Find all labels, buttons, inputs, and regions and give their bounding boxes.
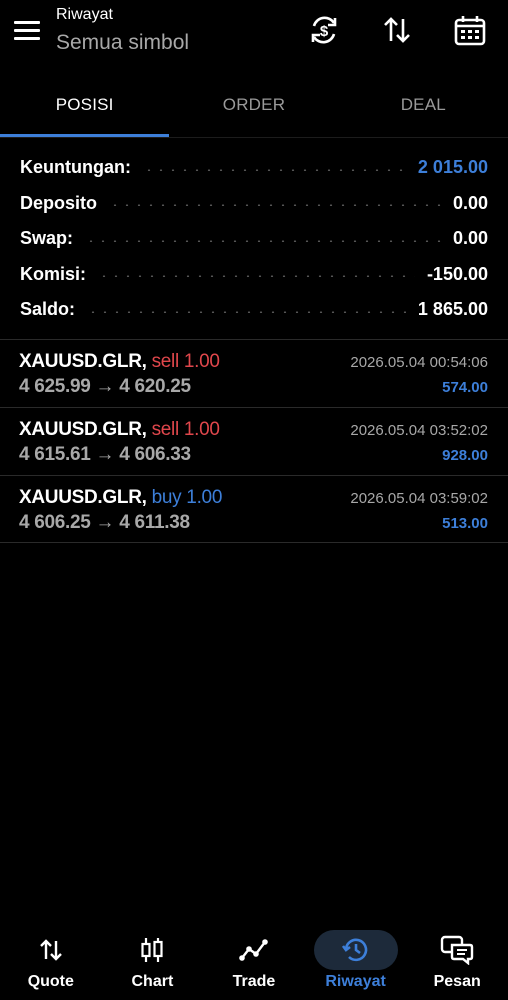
deal-symbol: XAUUSD.GLR, sell 1.00 bbox=[19, 419, 220, 440]
nav-trade[interactable]: Trade bbox=[203, 920, 305, 1000]
nav-label: Chart bbox=[131, 973, 174, 990]
deal-side: buy 1.00 bbox=[151, 487, 223, 508]
messages-icon bbox=[415, 930, 499, 970]
summary-label: Keuntungan: bbox=[20, 157, 131, 178]
dotted-leader bbox=[87, 310, 406, 313]
tab-posisi[interactable]: POSISI bbox=[0, 78, 170, 137]
candlestick-icon bbox=[110, 930, 194, 970]
symbol-filter[interactable]: Semua simbol bbox=[56, 31, 189, 55]
dotted-leader bbox=[98, 275, 415, 278]
trade-line-icon bbox=[212, 930, 296, 970]
summary-row-profit: Keuntungan: 2 015.00 bbox=[0, 150, 508, 186]
summary-value: 2 015.00 bbox=[417, 157, 488, 178]
deal-prices: 4 606.25 → 4 611.38 bbox=[19, 512, 190, 533]
nav-pesan[interactable]: Pesan bbox=[406, 920, 508, 1000]
deal-profit: 928.00 bbox=[442, 447, 488, 464]
nav-label: Quote bbox=[27, 973, 74, 990]
summary-value: 0.00 bbox=[452, 228, 488, 249]
list-item[interactable]: XAUUSD.GLR, buy 1.00 4 606.25 → 4 611.38… bbox=[0, 475, 508, 543]
summary-label: Komisi: bbox=[20, 263, 87, 284]
nav-label: Pesan bbox=[433, 973, 481, 990]
summary-row-balance: Saldo: 1 865.00 bbox=[0, 292, 508, 328]
page-title: Riwayat bbox=[56, 6, 113, 23]
dotted-leader bbox=[109, 204, 441, 207]
nav-label: Trade bbox=[232, 973, 276, 990]
nav-chart[interactable]: Chart bbox=[102, 920, 204, 1000]
deal-time: 2026.05.04 03:59:02 bbox=[350, 490, 488, 507]
summary-label: Saldo: bbox=[20, 299, 76, 320]
bottom-nav: Quote Chart Trade Riwayat Pesan bbox=[0, 920, 508, 1000]
deal-side: sell 1.00 bbox=[151, 419, 220, 440]
list-item[interactable]: XAUUSD.GLR, sell 1.00 4 615.61 → 4 606.3… bbox=[0, 407, 508, 475]
dotted-leader bbox=[85, 239, 441, 242]
tab-deal[interactable]: DEAL bbox=[339, 78, 508, 137]
calendar-icon[interactable] bbox=[450, 10, 490, 50]
currency-sync-icon[interactable]: $ bbox=[304, 10, 344, 50]
summary-row-commission: Komisi: -150.00 bbox=[0, 257, 508, 293]
position-list: XAUUSD.GLR, sell 1.00 4 625.99 → 4 620.2… bbox=[0, 339, 508, 543]
deal-prices: 4 625.99 → 4 620.25 bbox=[19, 376, 191, 397]
summary-value: 0.00 bbox=[452, 192, 488, 213]
nav-riwayat[interactable]: Riwayat bbox=[305, 920, 407, 1000]
summary-label: Deposito bbox=[20, 192, 98, 213]
nav-label: Riwayat bbox=[325, 973, 386, 990]
nav-quote[interactable]: Quote bbox=[0, 920, 102, 1000]
tab-order[interactable]: ORDER bbox=[169, 78, 338, 137]
deal-time: 2026.05.04 00:54:06 bbox=[350, 354, 488, 371]
deal-profit: 574.00 bbox=[442, 379, 488, 396]
deal-time: 2026.05.04 03:52:02 bbox=[350, 422, 488, 439]
deal-symbol: XAUUSD.GLR, buy 1.00 bbox=[19, 487, 223, 508]
deal-side: sell 1.00 bbox=[151, 351, 220, 372]
history-icon bbox=[313, 930, 398, 970]
summary-row-deposit: Deposito 0.00 bbox=[0, 186, 508, 222]
sort-icon[interactable] bbox=[377, 10, 417, 50]
deal-symbol: XAUUSD.GLR, sell 1.00 bbox=[19, 351, 220, 372]
quote-arrows-icon bbox=[9, 930, 93, 970]
dotted-leader bbox=[142, 168, 406, 171]
summary-value: -150.00 bbox=[426, 263, 488, 284]
summary-value: 1 865.00 bbox=[417, 299, 488, 320]
menu-icon[interactable] bbox=[12, 14, 44, 46]
summary-label: Swap: bbox=[20, 228, 74, 249]
tab-bar: POSISI ORDER DEAL bbox=[0, 78, 508, 138]
svg-text:$: $ bbox=[320, 23, 329, 40]
app-header: Riwayat Semua simbol $ bbox=[0, 0, 508, 78]
deal-prices: 4 615.61 → 4 606.33 bbox=[19, 444, 191, 465]
summary-panel: Keuntungan: 2 015.00 Deposito 0.00 Swap:… bbox=[0, 150, 508, 328]
list-item[interactable]: XAUUSD.GLR, sell 1.00 4 625.99 → 4 620.2… bbox=[0, 339, 508, 407]
deal-profit: 513.00 bbox=[442, 515, 488, 532]
summary-row-swap: Swap: 0.00 bbox=[0, 221, 508, 257]
